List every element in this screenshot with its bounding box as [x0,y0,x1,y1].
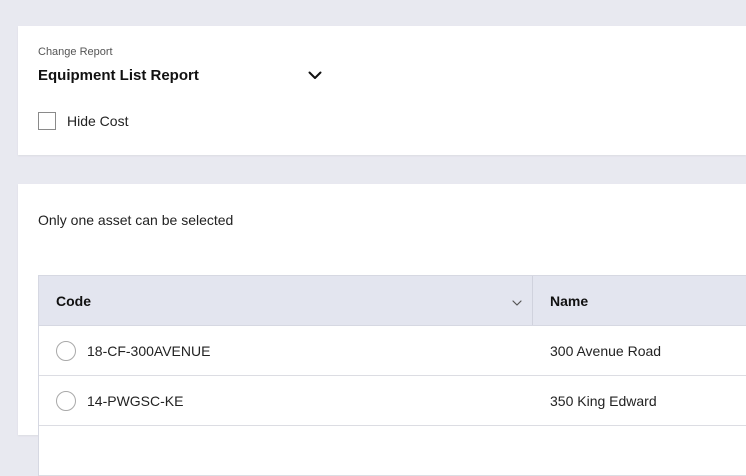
change-report-label: Change Report [38,46,113,58]
asset-code: 14-PWGSC-KE [87,393,183,409]
code-cell: 14-PWGSC-KE [39,376,533,425]
table-header: Code Name [39,276,746,326]
table-row[interactable]: 18-CF-300AVENUE 300 Avenue Road [39,326,746,376]
name-cell: 350 King Edward [533,376,746,425]
asset-code: 18-CF-300AVENUE [87,343,210,359]
row-select-radio[interactable] [56,341,76,361]
table-row-partial[interactable] [39,426,746,476]
hide-cost-label: Hide Cost [67,113,128,129]
asset-name: 350 King Edward [550,393,657,409]
asset-table: Code Name 18-CF-300AVENUE 300 Avenue Roa… [38,275,746,476]
selection-note: Only one asset can be selected [38,212,233,228]
sort-chevron-down-icon[interactable] [512,293,522,309]
asset-name: 300 Avenue Road [550,343,661,359]
column-header-name[interactable]: Name [533,276,746,325]
table-row[interactable]: 14-PWGSC-KE 350 King Edward [39,376,746,426]
hide-cost-checkbox[interactable] [38,112,56,130]
code-cell: 18-CF-300AVENUE [39,326,533,375]
row-select-radio[interactable] [56,391,76,411]
asset-selection-card: Only one asset can be selected Code Name… [18,184,746,435]
column-header-code-label: Code [56,293,91,309]
chevron-down-icon[interactable] [307,67,323,83]
column-header-name-label: Name [550,293,588,309]
report-dropdown[interactable]: Equipment List Report [38,64,323,86]
hide-cost-option[interactable]: Hide Cost [38,112,128,130]
name-cell: 300 Avenue Road [533,326,746,375]
report-dropdown-value: Equipment List Report [38,67,199,84]
column-header-code[interactable]: Code [39,276,533,325]
report-card: Change Report Equipment List Report Hide… [18,26,746,155]
